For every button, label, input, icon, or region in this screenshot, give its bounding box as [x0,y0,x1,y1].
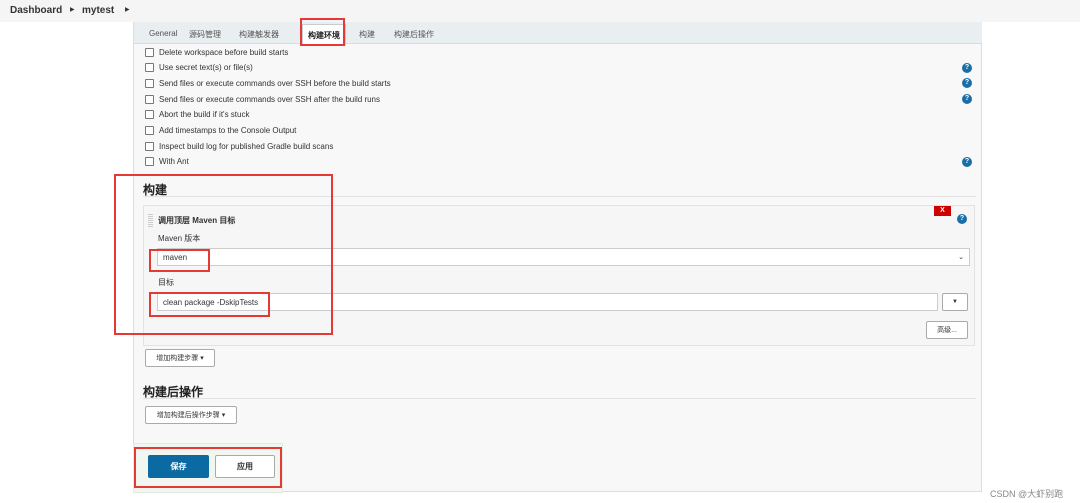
advanced-button[interactable]: 高级... [926,321,968,339]
build-env-option[interactable]: Delete workspace before build starts [145,46,288,58]
tab-triggers[interactable]: 构建触发器 [239,29,279,40]
maven-version-select[interactable]: maven ⌄ [157,248,970,266]
help-icon[interactable]: ? [962,156,972,167]
tab-build[interactable]: 构建 [359,29,375,40]
option-label: With Ant [159,157,189,167]
goals-input[interactable]: clean package -DskipTests [157,293,938,311]
help-icon[interactable]: ? [962,62,972,73]
delete-step-button[interactable]: X [934,206,951,216]
breadcrumb-chevron-icon[interactable]: ▶ [70,6,75,13]
caret-down-icon: ▾ [200,355,204,362]
chevron-down-icon: ⌄ [958,254,964,261]
maven-build-step: 调用顶层 Maven 目标 X ? Maven 版本 maven ⌄ 目标 cl… [143,205,975,346]
add-build-step-label: 增加构建步骤 [156,355,199,362]
goals-expand-button[interactable]: ▼ [942,293,968,311]
build-env-option[interactable]: Abort the build if it's stuck [145,109,249,121]
drag-handle-icon[interactable] [148,214,153,228]
option-label: Send files or execute commands over SSH … [159,94,380,104]
help-icon[interactable]: ? [957,214,967,224]
checkbox[interactable] [145,126,154,135]
option-label: Abort the build if it's stuck [159,110,250,120]
checkbox[interactable] [145,94,154,104]
checkbox[interactable] [145,47,154,57]
add-build-step-button[interactable]: 增加构建步骤 ▾ [145,349,215,367]
checkbox[interactable] [145,78,154,88]
build-env-option[interactable]: Use secret text(s) or file(s) [145,62,253,74]
tab-scm[interactable]: 源码管理 [189,29,221,40]
build-env-option[interactable]: With Ant [145,156,189,168]
save-button[interactable]: 保存 [148,455,209,478]
goals-label: 目标 [158,278,174,287]
maven-version-label: Maven 版本 [158,234,201,243]
tab-post-build[interactable]: 构建后操作 [394,29,434,40]
breadcrumb-dashboard[interactable]: Dashboard [10,5,62,16]
breadcrumb-chevron-icon[interactable]: ▶ [125,6,130,13]
add-post-build-step-button[interactable]: 增加构建后操作步骤 ▾ [145,406,237,424]
build-env-option[interactable]: Send files or execute commands over SSH … [145,77,391,89]
config-tabs: General 源码管理 构建触发器 构建环境 构建 构建后操作 [134,22,982,45]
tab-general[interactable]: General [149,29,177,38]
breadcrumb-bar: Dashboard ▶ mytest ▶ [0,0,1080,22]
checkbox[interactable] [145,63,154,73]
apply-button[interactable]: 应用 [215,455,275,478]
tab-build-env[interactable]: 构建环境 [302,24,346,45]
option-label: Use secret text(s) or file(s) [159,63,253,73]
build-env-option[interactable]: Add timestamps to the Console Output [145,125,296,137]
build-env-option[interactable]: Inspect build log for published Gradle b… [145,140,333,152]
option-label: Send files or execute commands over SSH … [159,78,391,88]
caret-down-icon: ▾ [221,412,226,419]
option-label: Add timestamps to the Console Output [159,126,297,135]
option-label: Delete workspace before build starts [159,47,289,57]
checkbox[interactable] [145,157,154,167]
option-label: Inspect build log for published Gradle b… [159,141,334,151]
build-env-option[interactable]: Send files or execute commands over SSH … [145,93,380,105]
watermark: CSDN @大虾别跑 [990,489,1064,499]
divider [143,196,976,197]
breadcrumb-mytest[interactable]: mytest [82,5,114,16]
maven-version-value: maven [163,252,188,262]
checkbox[interactable] [145,110,154,120]
add-post-build-step-label: 增加构建后操作步骤 [156,412,220,419]
step-title: 调用顶层 Maven 目标 [158,216,236,225]
divider [143,398,976,399]
triangle-down-icon: ▼ [952,299,958,305]
checkbox[interactable] [145,141,154,151]
